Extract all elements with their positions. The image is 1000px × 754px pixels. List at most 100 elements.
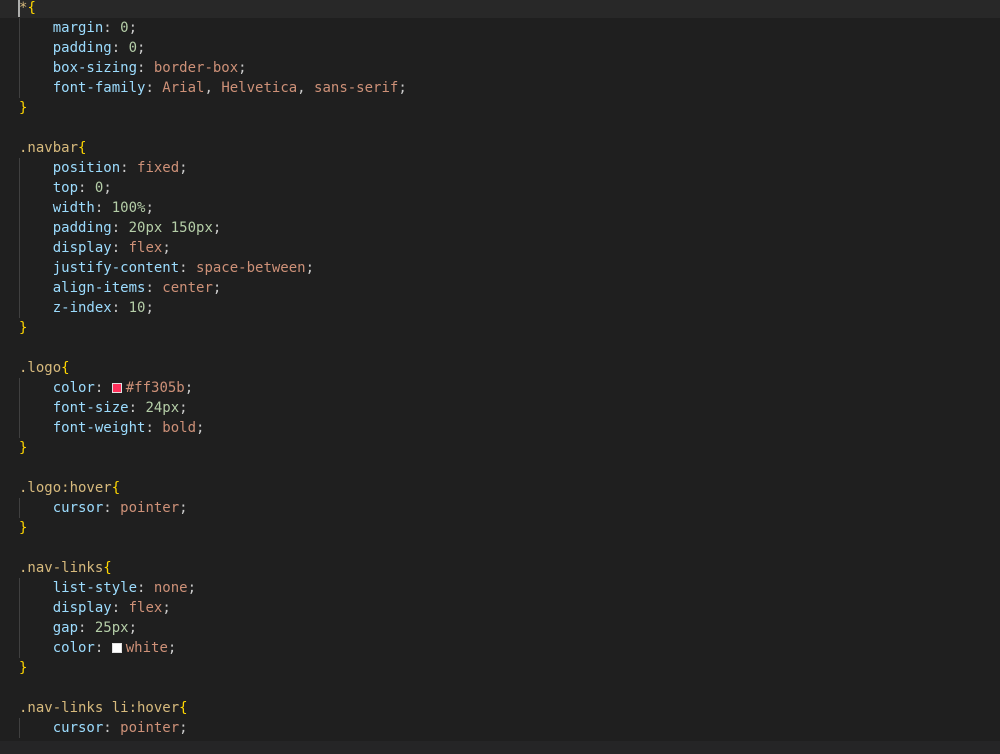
code-text: width: 100%; xyxy=(19,198,154,218)
code-editor[interactable]: *{ margin: 0; padding: 0; box-sizing: bo… xyxy=(0,0,1000,754)
code-token: : xyxy=(145,80,163,96)
code-line[interactable]: } xyxy=(0,518,1000,538)
code-token: space-between xyxy=(196,260,306,276)
code-token: border-box xyxy=(153,60,239,76)
code-text: .logo:hover{ xyxy=(19,478,120,498)
code-line[interactable] xyxy=(0,538,1000,558)
code-token: ; xyxy=(238,60,247,76)
code-token: padding xyxy=(52,40,112,56)
code-token: : xyxy=(128,400,146,416)
code-token: top xyxy=(52,180,79,196)
code-token: ; xyxy=(103,180,112,196)
code-line[interactable] xyxy=(0,678,1000,698)
code-token: : xyxy=(111,40,129,56)
code-token: pointer xyxy=(120,500,180,516)
code-text: justify-content: space-between; xyxy=(19,258,314,278)
code-text: cursor: pointer; xyxy=(19,498,188,518)
code-line[interactable]: .logo:hover{ xyxy=(0,478,1000,498)
code-line[interactable] xyxy=(0,118,1000,138)
code-token: { xyxy=(61,360,70,376)
code-token: bold xyxy=(162,420,197,436)
code-token: 150px xyxy=(170,220,213,236)
code-token: center xyxy=(162,280,213,296)
code-token: Arial xyxy=(162,80,205,96)
code-line[interactable]: gap: 25px; xyxy=(0,618,1000,638)
code-line[interactable]: margin: 0; xyxy=(0,18,1000,38)
code-token: font-weight xyxy=(52,420,146,436)
code-token: flex xyxy=(128,240,163,256)
code-text: color: #ff305b; xyxy=(19,378,193,398)
code-token: { xyxy=(103,560,112,576)
code-line[interactable]: width: 100%; xyxy=(0,198,1000,218)
code-line[interactable]: .nav-links li:hover{ xyxy=(0,698,1000,718)
code-line[interactable]: *{ xyxy=(0,0,1000,18)
color-swatch[interactable] xyxy=(111,383,122,393)
code-text: } xyxy=(19,318,27,338)
code-token: : xyxy=(179,260,197,276)
code-line[interactable]: font-size: 24px; xyxy=(0,398,1000,418)
code-token: } xyxy=(19,320,28,336)
code-line[interactable]: color: #ff305b; xyxy=(0,378,1000,398)
code-line[interactable]: font-family: Arial, Helvetica, sans-seri… xyxy=(0,78,1000,98)
code-line[interactable]: cursor: pointer; xyxy=(0,498,1000,518)
code-line[interactable]: align-items: center; xyxy=(0,278,1000,298)
code-token: cursor xyxy=(52,720,104,736)
code-text: font-family: Arial, Helvetica, sans-seri… xyxy=(19,78,407,98)
code-token: ; xyxy=(128,620,138,636)
code-text: cursor: pointer; xyxy=(19,718,188,738)
code-token: ; xyxy=(179,160,188,176)
code-line[interactable]: z-index: 10; xyxy=(0,298,1000,318)
code-line[interactable]: justify-content: space-between; xyxy=(0,258,1000,278)
code-token: ; xyxy=(167,640,177,656)
code-token: ; xyxy=(162,600,171,616)
code-line[interactable]: display: flex; xyxy=(0,598,1000,618)
code-line[interactable]: display: flex; xyxy=(0,238,1000,258)
code-token: : xyxy=(94,380,112,396)
code-line[interactable]: color: white; xyxy=(0,638,1000,658)
code-text: margin: 0; xyxy=(19,18,137,38)
code-text: .navbar{ xyxy=(19,138,86,158)
code-text: z-index: 10; xyxy=(19,298,154,318)
code-line[interactable]: position: fixed; xyxy=(0,158,1000,178)
code-token: cursor xyxy=(52,500,104,516)
code-line[interactable]: box-sizing: border-box; xyxy=(0,58,1000,78)
code-line[interactable]: .logo{ xyxy=(0,358,1000,378)
code-line[interactable]: } xyxy=(0,658,1000,678)
code-token: 20px xyxy=(128,220,163,236)
code-token: width xyxy=(52,200,95,216)
code-token: box-sizing xyxy=(52,60,138,76)
code-token: { xyxy=(179,700,188,716)
horizontal-scrollbar[interactable] xyxy=(0,741,1000,754)
code-token: .logo xyxy=(19,360,62,376)
code-line[interactable]: cursor: pointer; xyxy=(0,718,1000,738)
code-line[interactable]: .nav-links{ xyxy=(0,558,1000,578)
code-line[interactable] xyxy=(0,338,1000,358)
code-line[interactable]: } xyxy=(0,438,1000,458)
code-line[interactable] xyxy=(0,458,1000,478)
code-token: white xyxy=(125,640,168,656)
code-token: ; xyxy=(187,580,197,596)
code-line[interactable]: font-weight: bold; xyxy=(0,418,1000,438)
code-text: *{ xyxy=(19,0,36,18)
code-line[interactable]: } xyxy=(0,98,1000,118)
code-line[interactable]: list-style: none; xyxy=(0,578,1000,598)
color-swatch[interactable] xyxy=(111,643,122,653)
code-text: font-size: 24px; xyxy=(19,398,188,418)
code-line[interactable]: padding: 20px 150px; xyxy=(0,218,1000,238)
code-line[interactable]: } xyxy=(0,318,1000,338)
code-token: : xyxy=(78,180,95,196)
code-line[interactable]: padding: 0; xyxy=(0,38,1000,58)
code-token: color xyxy=(52,640,95,656)
code-line[interactable]: top: 0; xyxy=(0,178,1000,198)
code-line[interactable]: .navbar{ xyxy=(0,138,1000,158)
code-token: position xyxy=(52,160,121,176)
code-text: position: fixed; xyxy=(19,158,188,178)
code-token: : xyxy=(111,300,129,316)
